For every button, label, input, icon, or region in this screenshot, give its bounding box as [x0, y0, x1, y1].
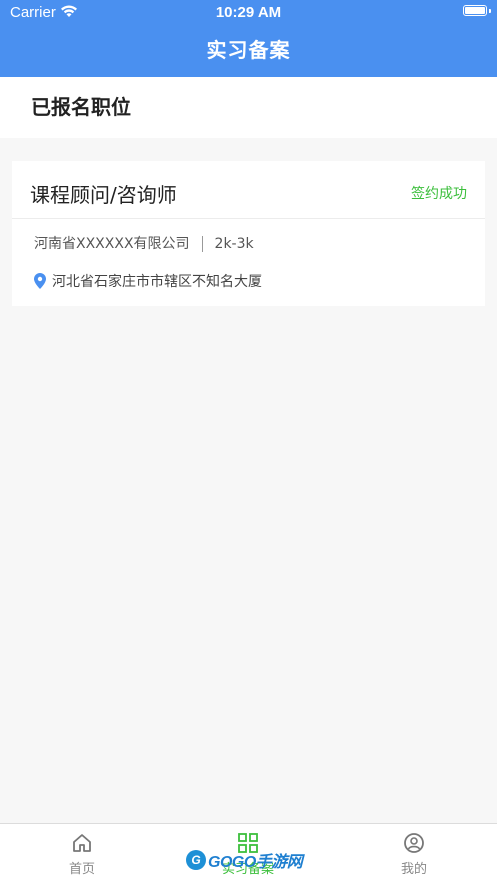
location-pin-icon	[34, 273, 46, 289]
watermark-text: GOGO手游网	[208, 854, 303, 871]
job-title: 课程顾问/咨询师	[30, 183, 177, 207]
tab-home-label: 首页	[68, 862, 95, 877]
job-meta: 河南省XXXXXX有限公司 2k-3k	[34, 233, 254, 253]
battery-icon	[463, 5, 487, 16]
page-title: 实习备案	[206, 38, 291, 62]
section-header: 已报名职位	[0, 77, 497, 138]
tab-me[interactable]: 我的	[374, 832, 454, 877]
section-title: 已报名职位	[31, 95, 131, 119]
salary-range: 2k-3k	[214, 236, 254, 252]
job-location: 河北省石家庄市市辖区不知名大厦	[34, 271, 262, 291]
app-header: Carrier 10:29 AM 实习备案	[0, 0, 497, 77]
user-circle-icon	[404, 833, 424, 853]
watermark-logo: G GOGO手游网	[186, 848, 303, 872]
location-text: 河北省石家庄市市辖区不知名大厦	[52, 274, 262, 290]
tab-me-label: 我的	[400, 862, 427, 877]
clock: 10:29 AM	[215, 4, 282, 21]
job-card[interactable]: 课程顾问/咨询师 签约成功 河南省XXXXXX有限公司 2k-3k 河北省石家庄市…	[12, 161, 485, 306]
card-divider	[12, 218, 485, 219]
watermark-badge: G	[186, 850, 206, 870]
job-status-badge: 签约成功	[411, 186, 467, 202]
tab-home[interactable]: 首页	[42, 832, 122, 877]
home-icon	[73, 834, 91, 852]
battery-tip	[489, 9, 491, 13]
company-name: 河南省XXXXXX有限公司	[34, 236, 190, 252]
meta-separator	[201, 236, 203, 252]
status-bar: Carrier 10:29 AM	[0, 0, 497, 26]
